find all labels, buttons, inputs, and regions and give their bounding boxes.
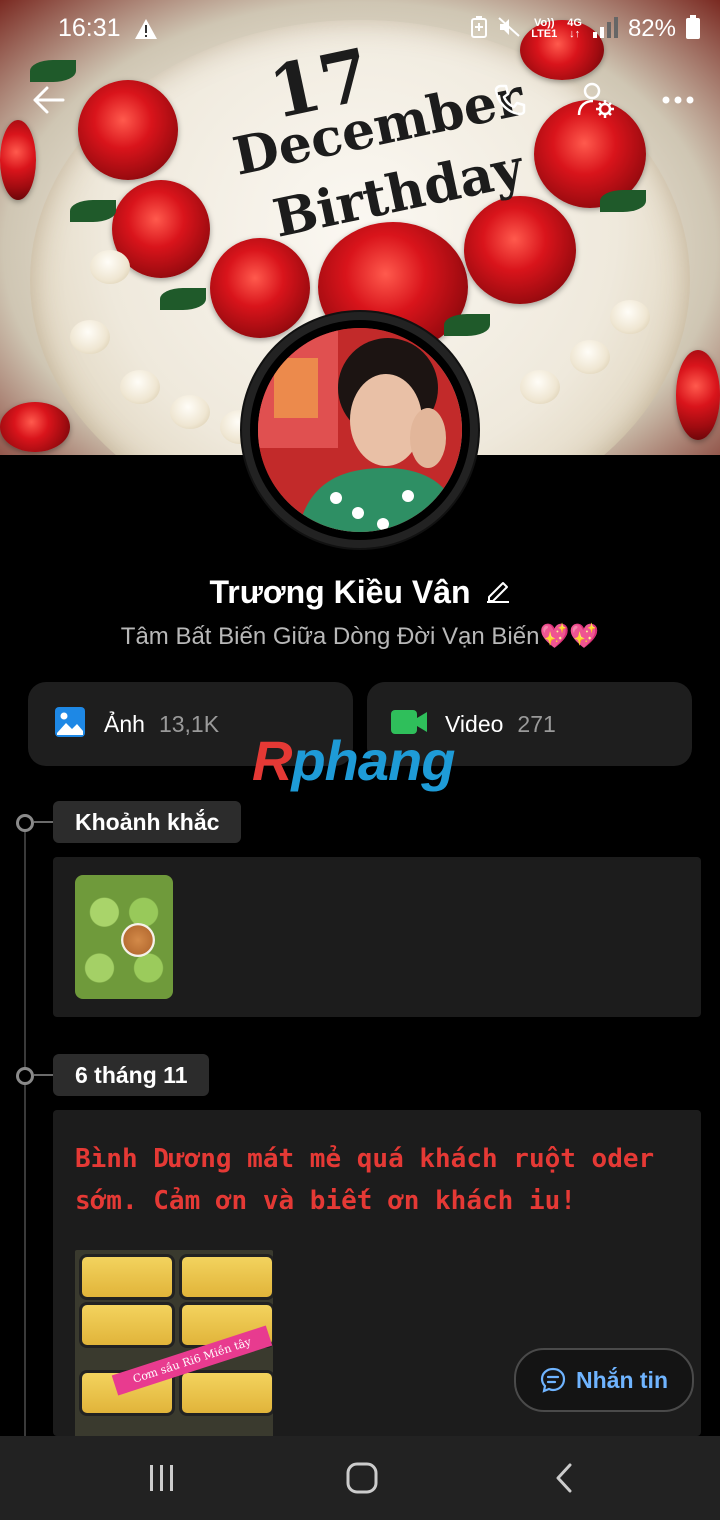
- recents-button[interactable]: [142, 1458, 182, 1498]
- message-button[interactable]: Nhắn tin: [514, 1348, 694, 1412]
- rose-decoration: [0, 120, 36, 200]
- durian-box: [79, 1302, 175, 1348]
- rose-decoration: [464, 196, 576, 304]
- signal-icon: [592, 16, 618, 43]
- moment-thumbnail[interactable]: [75, 875, 173, 999]
- leaf-decoration: [444, 314, 490, 336]
- moments-post[interactable]: [53, 857, 701, 1017]
- back-arrow-icon: [33, 86, 65, 114]
- cream-piping: [610, 300, 650, 334]
- leaf-decoration: [160, 288, 206, 310]
- timeline-line: [24, 830, 26, 1440]
- rose-decoration: [676, 350, 720, 440]
- leaf-decoration: [600, 190, 646, 212]
- profile-name: Trương Kiều Vân: [209, 574, 471, 610]
- edit-name-button[interactable]: [485, 577, 511, 608]
- cream-piping: [170, 395, 210, 429]
- back-nav-icon: [556, 1463, 572, 1493]
- rose-decoration: [210, 238, 310, 338]
- rose-decoration: [0, 402, 70, 452]
- sauce-bowl: [121, 923, 155, 957]
- edit-pencil-icon: [486, 582, 509, 603]
- call-button[interactable]: [488, 78, 532, 122]
- battery-icon: [686, 14, 700, 44]
- cream-piping: [570, 340, 610, 374]
- data-indicator: 4G ↓↑: [567, 18, 582, 40]
- warning-icon: [134, 18, 158, 45]
- durian-box: [179, 1370, 273, 1416]
- rose-decoration: [78, 80, 178, 180]
- home-icon: [346, 1462, 378, 1494]
- post-text: Bình Dương mát mẻ quá khách ruột oder sớ…: [75, 1144, 655, 1216]
- more-options-button[interactable]: [656, 78, 700, 122]
- photos-count: 13,1K: [158, 710, 220, 737]
- avatar-border: [250, 320, 470, 540]
- avatar[interactable]: [242, 312, 478, 548]
- cream-piping: [120, 370, 160, 404]
- timeline-label-date: 6 tháng 11: [53, 1054, 210, 1096]
- durian-box: [179, 1254, 273, 1300]
- timeline-connector: [34, 1074, 54, 1076]
- profile-settings-button[interactable]: [574, 78, 618, 122]
- timeline-label-moments: Khoảnh khắc: [53, 801, 242, 843]
- cream-piping: [90, 250, 130, 284]
- cream-piping: [70, 320, 110, 354]
- profile-bio: Tâm Bất Biến Giữa Dòng Đời Vạn Biến💖💖: [120, 623, 600, 650]
- watermark-logo: Rphang: [252, 729, 455, 792]
- cream-piping: [520, 370, 560, 404]
- durian-box: [79, 1254, 175, 1300]
- timeline-dot: [16, 1067, 34, 1085]
- chat-icon: [540, 1367, 566, 1393]
- home-button[interactable]: [342, 1458, 382, 1498]
- mute-icon: [497, 16, 521, 43]
- battery-percent: 82%: [627, 15, 676, 42]
- back-nav-button[interactable]: [544, 1458, 584, 1498]
- timeline-dot: [16, 814, 34, 832]
- videos-count: 271: [517, 710, 556, 737]
- leaf-decoration: [70, 200, 116, 222]
- data-arrows-icon: ↓↑: [569, 28, 581, 40]
- recents-icon: [150, 1465, 173, 1491]
- profile-settings-icon: [577, 82, 614, 118]
- battery-saver-icon: [471, 15, 488, 43]
- post-image[interactable]: Cơm sầu Ri6 Miền tây: [75, 1250, 273, 1440]
- status-time: 16:31: [58, 14, 121, 42]
- timeline-connector: [34, 821, 54, 823]
- volte-indicator: Vo)) LTE1: [531, 18, 557, 40]
- network-bottom-label: LTE1: [531, 28, 558, 40]
- avatar-photo: [258, 328, 462, 532]
- system-nav-bar: [0, 1436, 720, 1520]
- phone-icon: [494, 84, 526, 116]
- more-icon: [662, 96, 694, 104]
- status-bar: 16:31 Vo)) LTE1 4G ↓↑ 82%: [0, 0, 720, 60]
- photo-icon: [54, 706, 86, 743]
- message-button-label: Nhắn tin: [576, 1366, 668, 1393]
- photos-label: Ảnh: [104, 710, 145, 737]
- back-button[interactable]: [26, 78, 70, 122]
